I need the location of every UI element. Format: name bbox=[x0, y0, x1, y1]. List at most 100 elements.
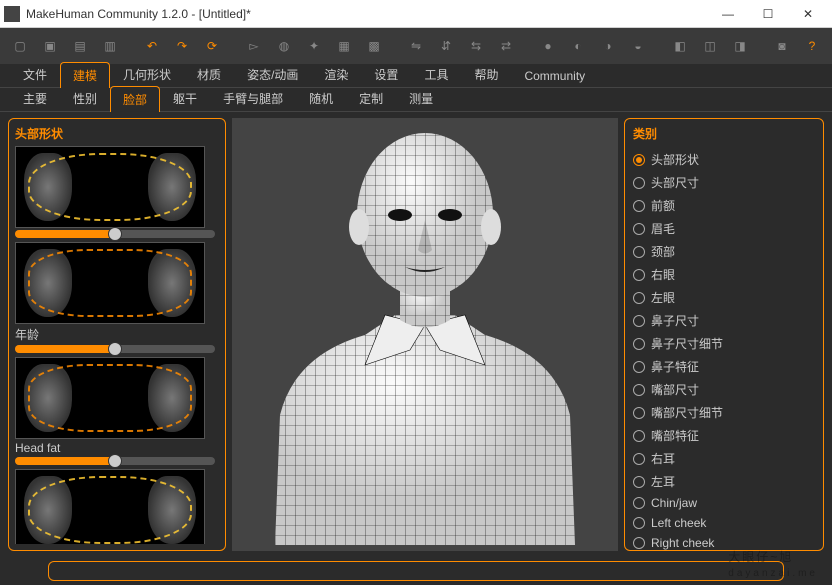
minimize-button[interactable]: — bbox=[708, 0, 748, 28]
slider-track[interactable] bbox=[15, 230, 215, 238]
slider-thumbnail bbox=[15, 146, 205, 228]
main-tab-0[interactable]: 文件 bbox=[10, 61, 60, 87]
sub-tab-5[interactable]: 随机 bbox=[296, 85, 346, 111]
category-radio-17[interactable]: Right cheek bbox=[633, 533, 815, 551]
view-center-icon[interactable]: ◫ bbox=[698, 34, 722, 58]
slider-age: 年龄 bbox=[15, 242, 215, 353]
close-button[interactable]: ✕ bbox=[788, 0, 828, 28]
category-radio-2[interactable]: 前额 bbox=[633, 194, 815, 217]
main-tab-2[interactable]: 几何形状 bbox=[110, 61, 184, 87]
category-radio-1[interactable]: 头部尺寸 bbox=[633, 171, 815, 194]
file-new-icon[interactable]: ▢ bbox=[8, 34, 32, 58]
undo-icon[interactable]: ↶ bbox=[140, 34, 164, 58]
mirror-h-icon[interactable]: ⇋ bbox=[404, 34, 428, 58]
radio-label: 左耳 bbox=[651, 473, 675, 490]
radio-label: Left cheek bbox=[651, 516, 706, 530]
radio-label: 鼻子特征 bbox=[651, 358, 699, 375]
slider-label: 年龄 bbox=[15, 326, 215, 343]
refresh-icon[interactable]: ⟳ bbox=[200, 34, 224, 58]
file-export-icon[interactable]: ▥ bbox=[98, 34, 122, 58]
content-area: 头部形状 年龄Head fat角度 bbox=[0, 112, 832, 557]
checker-icon[interactable]: ▩ bbox=[362, 34, 386, 58]
status-bar bbox=[0, 557, 832, 585]
slider-thumbnail bbox=[15, 242, 205, 324]
run-icon[interactable]: ✦ bbox=[302, 34, 326, 58]
slider-head-fat: Head fat bbox=[15, 357, 215, 465]
slider-track[interactable] bbox=[15, 345, 215, 353]
radio-icon bbox=[633, 269, 645, 281]
right-panel-title: 类别 bbox=[633, 125, 815, 142]
category-radio-4[interactable]: 颈部 bbox=[633, 240, 815, 263]
head-solid-icon[interactable]: ● bbox=[536, 34, 560, 58]
category-radio-5[interactable]: 右眼 bbox=[633, 263, 815, 286]
category-radio-7[interactable]: 鼻子尺寸 bbox=[633, 309, 815, 332]
sub-tab-bar: 主要性别脸部躯干手臂与腿部随机定制测量 bbox=[0, 88, 832, 112]
main-tab-4[interactable]: 姿态/动画 bbox=[234, 61, 311, 87]
slider-track[interactable] bbox=[15, 457, 215, 465]
slider-head-shape bbox=[15, 146, 215, 238]
help-icon[interactable]: ? bbox=[800, 34, 824, 58]
radio-icon bbox=[633, 315, 645, 327]
radio-label: 嘴部尺寸 bbox=[651, 381, 699, 398]
head-smooth-icon[interactable]: ◐ bbox=[566, 34, 590, 58]
category-radio-16[interactable]: Left cheek bbox=[633, 513, 815, 533]
sub-tab-0[interactable]: 主要 bbox=[10, 85, 60, 111]
status-inner bbox=[48, 561, 784, 581]
file-save-icon[interactable]: ▤ bbox=[68, 34, 92, 58]
radio-icon bbox=[633, 292, 645, 304]
sub-tab-4[interactable]: 手臂与腿部 bbox=[210, 85, 296, 111]
sub-tab-6[interactable]: 定制 bbox=[346, 85, 396, 111]
main-tab-1[interactable]: 建模 bbox=[60, 62, 110, 88]
radio-icon bbox=[633, 517, 645, 529]
view-left-icon[interactable]: ◧ bbox=[668, 34, 692, 58]
radio-label: 右眼 bbox=[651, 266, 675, 283]
head-toggle-icon[interactable]: ◑ bbox=[596, 34, 620, 58]
slider-label: Head fat bbox=[15, 441, 215, 455]
cursor-icon[interactable]: ▻ bbox=[242, 34, 266, 58]
globe-wire-icon[interactable]: ◍ bbox=[272, 34, 296, 58]
view-right-icon[interactable]: ◨ bbox=[728, 34, 752, 58]
grid-icon[interactable]: ▦ bbox=[332, 34, 356, 58]
category-radio-15[interactable]: Chin/jaw bbox=[633, 493, 815, 513]
window-title: MakeHuman Community 1.2.0 - [Untitled]* bbox=[26, 7, 708, 21]
main-tab-3[interactable]: 材质 bbox=[184, 61, 234, 87]
category-radio-8[interactable]: 鼻子尺寸细节 bbox=[633, 332, 815, 355]
head-shade-icon[interactable]: ◒ bbox=[626, 34, 650, 58]
radio-label: 头部尺寸 bbox=[651, 174, 699, 191]
camera-icon[interactable]: ◙ bbox=[770, 34, 794, 58]
slider-thumbnail bbox=[15, 357, 205, 439]
sub-tab-3[interactable]: 躯干 bbox=[160, 85, 210, 111]
radio-label: 鼻子尺寸 bbox=[651, 312, 699, 329]
radio-label: 嘴部特征 bbox=[651, 427, 699, 444]
main-tab-6[interactable]: 设置 bbox=[361, 61, 411, 87]
category-radio-6[interactable]: 左眼 bbox=[633, 286, 815, 309]
main-tab-5[interactable]: 渲染 bbox=[311, 61, 361, 87]
category-radio-13[interactable]: 右耳 bbox=[633, 447, 815, 470]
radio-icon bbox=[633, 497, 645, 509]
category-radio-11[interactable]: 嘴部尺寸细节 bbox=[633, 401, 815, 424]
category-radio-14[interactable]: 左耳 bbox=[633, 470, 815, 493]
category-radio-12[interactable]: 嘴部特征 bbox=[633, 424, 815, 447]
file-open-icon[interactable]: ▣ bbox=[38, 34, 62, 58]
sub-tab-1[interactable]: 性别 bbox=[60, 85, 110, 111]
radio-label: 嘴部尺寸细节 bbox=[651, 404, 723, 421]
main-tab-9[interactable]: Community bbox=[511, 64, 598, 87]
slider-thumbnail bbox=[15, 469, 205, 544]
maximize-button[interactable]: ☐ bbox=[748, 0, 788, 28]
mirror-v-icon[interactable]: ⇵ bbox=[434, 34, 458, 58]
redo-icon[interactable]: ↷ bbox=[170, 34, 194, 58]
radio-icon bbox=[633, 177, 645, 189]
slider-list[interactable]: 年龄Head fat角度 bbox=[15, 146, 219, 544]
category-radio-3[interactable]: 眉毛 bbox=[633, 217, 815, 240]
right-category-panel: 类别 头部形状头部尺寸前额眉毛颈部右眼左眼鼻子尺寸鼻子尺寸细节鼻子特征嘴部尺寸嘴… bbox=[624, 118, 824, 551]
sub-tab-2[interactable]: 脸部 bbox=[110, 86, 160, 112]
main-tab-7[interactable]: 工具 bbox=[411, 61, 461, 87]
mirror-alt-icon[interactable]: ⇆ bbox=[464, 34, 488, 58]
sub-tab-7[interactable]: 测量 bbox=[396, 85, 446, 111]
main-tab-8[interactable]: 帮助 bbox=[461, 61, 511, 87]
viewport-3d[interactable] bbox=[232, 118, 618, 551]
mirror-alt2-icon[interactable]: ⇄ bbox=[494, 34, 518, 58]
category-radio-9[interactable]: 鼻子特征 bbox=[633, 355, 815, 378]
category-radio-10[interactable]: 嘴部尺寸 bbox=[633, 378, 815, 401]
category-radio-0[interactable]: 头部形状 bbox=[633, 148, 815, 171]
